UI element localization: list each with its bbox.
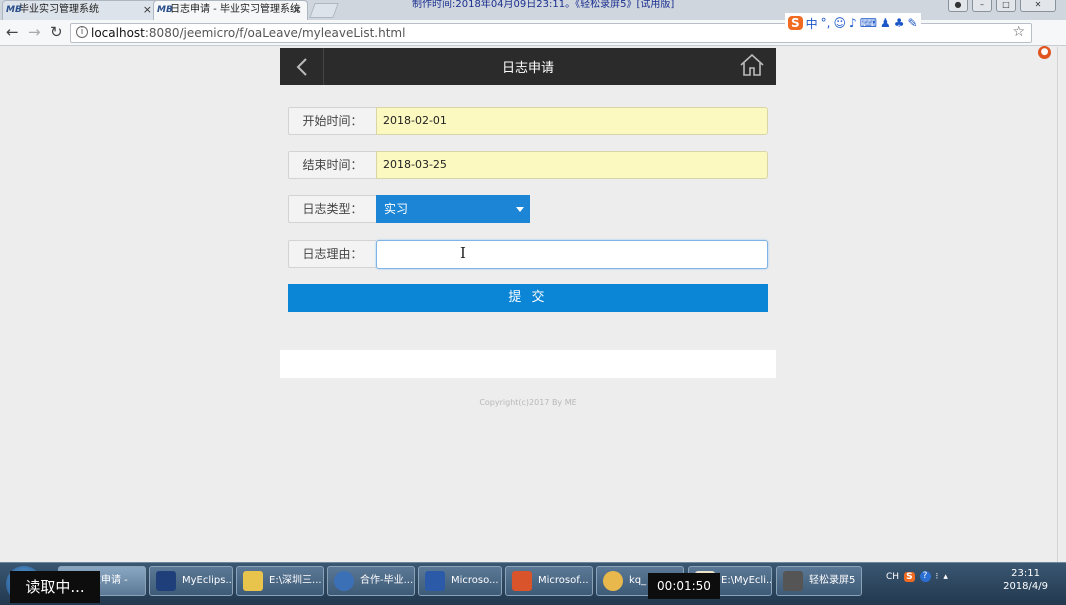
start-time-row: 开始时间： 2018-02-01 (288, 107, 768, 135)
log-reason-input[interactable] (376, 240, 768, 269)
microphone-icon[interactable]: ♪ (849, 16, 857, 30)
page-title: 日志申请 (501, 61, 554, 76)
taskbar-item-label: kq_ (629, 575, 647, 586)
end-time-input[interactable]: 2018-03-25 (376, 151, 768, 179)
url-path: :8080/jeemicro/f/oaLeave/myleaveList.htm… (144, 26, 406, 40)
system-tray: CH S ? ⁝ ▴ 23:11 2018/4/9 (880, 563, 1066, 605)
taskbar-item-folder[interactable]: E:\深圳三... (236, 566, 324, 596)
taskbar-item-excel[interactable]: Microsof... (505, 566, 593, 596)
reading-overlay: 读取中... (10, 571, 100, 603)
taskbar-item-label: 轻松录屏5 (809, 575, 856, 586)
ime-punctuation[interactable]: °, (821, 16, 831, 30)
emoji-icon[interactable]: ☺ (834, 16, 847, 30)
taskbar-item-label: MyEclips... (182, 575, 233, 586)
recording-banner: 制作时间:2018年04月09日23:11。《轻松录屏5》[试用版] (412, 0, 675, 10)
home-icon (740, 53, 764, 76)
user-icon[interactable]: ● (948, 0, 968, 12)
tab-label: 毕业实习管理系统 (19, 4, 99, 15)
taskbar-item-label: 合作-毕业... (360, 575, 414, 586)
taskbar-item-myeclipse[interactable]: MyEclips... (149, 566, 233, 596)
log-reason-label: 日志理由： (288, 240, 376, 268)
taskbar-item-label: E:\MyEcli... (721, 575, 772, 586)
folder-icon (243, 571, 263, 591)
submit-button[interactable]: 提 交 (288, 284, 768, 312)
chevron-left-icon (296, 57, 307, 76)
taskbar-item-label: Microso... (451, 575, 499, 586)
tab-favicon: MB (157, 5, 173, 15)
log-type-row: 日志类型： 实习 (288, 195, 768, 223)
sogou-tray-icon[interactable]: S (904, 571, 915, 582)
start-time-input[interactable]: 2018-02-01 (376, 107, 768, 135)
tab-favicon: MB (6, 5, 22, 15)
tab-graduation-system[interactable]: MB 毕业实习管理系统 × (2, 0, 158, 20)
back-button[interactable] (280, 48, 324, 85)
recording-timer: 00:01:50 (648, 573, 720, 599)
office-app-icon (512, 571, 532, 591)
close-window-button[interactable]: ✕ (1020, 0, 1056, 12)
ime-toolbar: S 中 °, ☺ ♪ ⌨ ♟ ♣ ✎ (785, 13, 921, 33)
caret-down-icon (516, 207, 524, 212)
clock-time: 23:11 (1011, 568, 1040, 579)
ime-mode[interactable]: 中 (806, 15, 818, 32)
recorder-app-icon (783, 571, 803, 591)
log-type-label: 日志类型： (288, 195, 376, 223)
log-type-select[interactable]: 实习 (376, 195, 530, 223)
window-controls: ● – □ ✕ (948, 0, 1056, 12)
app-icon (603, 571, 623, 591)
page-scrollbar[interactable] (1057, 47, 1066, 562)
tab-label: 日志申请 - 毕业实习管理系统 (170, 4, 300, 15)
close-icon[interactable]: × (293, 1, 302, 19)
home-button[interactable] (740, 53, 764, 79)
tray-icons: CH S ? ⁝ ▴ (886, 571, 948, 582)
url-host: localhost (91, 26, 145, 40)
windows-taskbar: 志申请 - MyEclips... E:\深圳三... 合作-毕业... Mic… (0, 562, 1066, 605)
back-arrow-icon[interactable]: ← (6, 23, 19, 41)
text-cursor-icon: I (460, 244, 466, 262)
tab-log-application[interactable]: MB 日志申请 - 毕业实习管理系统 × (153, 0, 308, 20)
qq-app-icon (334, 571, 354, 591)
myeclipse-app-icon (156, 571, 176, 591)
info-icon[interactable]: i (76, 26, 88, 38)
taskbar-item-screen-recorder[interactable]: 轻松录屏5 (776, 566, 862, 596)
word-app-icon (425, 571, 445, 591)
new-tab-button[interactable] (309, 3, 339, 18)
taskbar-item-label: Microsof... (538, 575, 589, 586)
show-hidden-icons-icon[interactable]: ▴ (943, 572, 948, 582)
keyboard-icon[interactable]: ⌨ (860, 16, 877, 30)
forward-arrow-icon[interactable]: → (28, 23, 41, 41)
start-time-label: 开始时间： (288, 107, 376, 135)
footer-panel (280, 350, 776, 378)
reload-icon[interactable]: ↻ (50, 23, 63, 41)
language-indicator[interactable]: CH (886, 572, 899, 582)
clock-date: 2018/4/9 (1003, 581, 1048, 592)
copyright-text: Copyright(c)2017 By ME (479, 398, 577, 407)
network-icon[interactable]: ⁝ (936, 572, 939, 582)
taskbar-item-label: E:\深圳三... (269, 575, 322, 586)
user-icon[interactable]: ♟ (880, 16, 891, 30)
end-time-label: 结束时间： (288, 151, 376, 179)
maximize-button[interactable]: □ (996, 0, 1016, 12)
taskbar-item-word[interactable]: Microso... (418, 566, 502, 596)
extension-icon[interactable]: ● (1038, 46, 1051, 59)
app-header: 日志申请 (280, 48, 776, 85)
wrench-icon[interactable]: ✎ (908, 16, 918, 30)
log-type-value: 实习 (384, 202, 409, 216)
sogou-logo-icon[interactable]: S (788, 16, 803, 30)
help-icon[interactable]: ? (919, 571, 931, 582)
log-reason-row: 日志理由： I (288, 240, 768, 269)
taskbar-item-qq-chat[interactable]: 合作-毕业... (327, 566, 415, 596)
minimize-button[interactable]: – (972, 0, 992, 12)
bookmark-star-icon[interactable]: ☆ (1012, 24, 1025, 40)
close-icon[interactable]: × (143, 1, 152, 19)
skin-icon[interactable]: ♣ (894, 16, 905, 30)
end-time-row: 结束时间： 2018-03-25 (288, 151, 768, 179)
url-text: localhost:8080/jeemicro/f/oaLeave/myleav… (91, 26, 405, 40)
system-clock[interactable]: 23:11 2018/4/9 (1003, 567, 1048, 593)
